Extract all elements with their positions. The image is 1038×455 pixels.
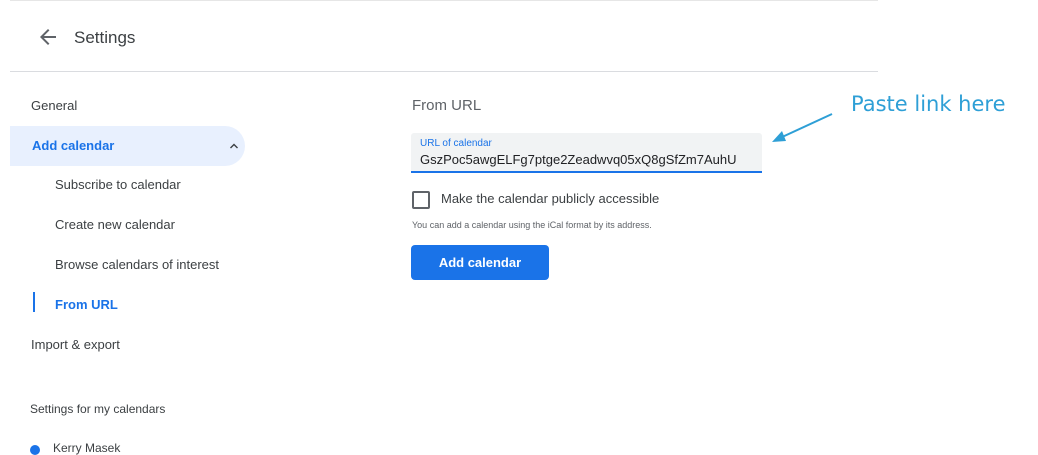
active-indicator — [33, 292, 35, 312]
sidebar-subitem-subscribe[interactable]: Subscribe to calendar — [55, 177, 181, 192]
calendar-item-kerry-masek[interactable]: Kerry Masek — [53, 441, 120, 455]
url-input[interactable] — [420, 152, 760, 167]
helper-text: You can add a calendar using the iCal fo… — [412, 220, 652, 230]
chevron-up-icon[interactable] — [228, 140, 240, 152]
url-field-label: URL of calendar — [420, 138, 492, 149]
url-field[interactable]: URL of calendar — [411, 133, 762, 173]
arrow-left-icon[interactable] — [36, 25, 60, 49]
sidebar-item-import-export[interactable]: Import & export — [31, 337, 120, 352]
settings-page: Settings General Add calendar Subscribe … — [0, 0, 1038, 455]
add-calendar-button[interactable]: Add calendar — [411, 245, 549, 280]
calendar-color-dot — [30, 445, 40, 455]
sidebar-subitem-create-new[interactable]: Create new calendar — [55, 217, 175, 232]
public-access-label[interactable]: Make the calendar publicly accessible — [441, 191, 659, 206]
sidebar: General Add calendar Subscribe to calend… — [0, 70, 260, 455]
page-title: Settings — [74, 28, 136, 47]
public-access-checkbox[interactable] — [412, 191, 430, 209]
annotation-arrow-icon — [772, 113, 833, 142]
sidebar-subitem-browse[interactable]: Browse calendars of interest — [55, 257, 219, 272]
sidebar-item-label: Add calendar — [32, 138, 115, 153]
my-calendars-heading: Settings for my calendars — [30, 402, 166, 416]
annotation-label: Paste link here — [851, 92, 1006, 116]
sidebar-item-general[interactable]: General — [31, 98, 77, 113]
sidebar-subitem-from-url[interactable]: From URL — [55, 297, 118, 312]
sidebar-item-add-calendar[interactable]: Add calendar — [10, 126, 245, 166]
section-title: From URL — [412, 97, 482, 114]
header-bar: Settings — [10, 0, 878, 72]
